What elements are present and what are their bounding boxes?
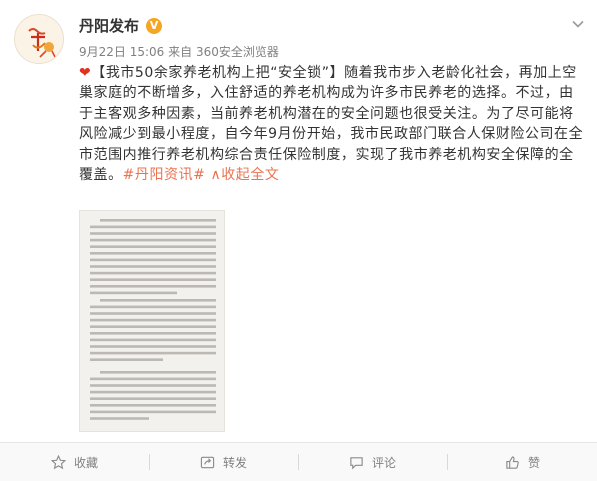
hashtag-link[interactable]: #丹阳资讯#	[123, 167, 206, 183]
scan-text-line	[90, 238, 216, 242]
scan-text-line	[90, 332, 216, 335]
scan-text-line	[90, 245, 216, 248]
post-text: ❤【我市50余家养老机构上把“安全锁”】随着我市步入老龄化社会，再加上空巢家庭的…	[79, 63, 584, 185]
scan-text-line	[90, 417, 149, 420]
scan-text-line	[90, 338, 216, 342]
source-prefix: 来自	[168, 45, 193, 59]
scan-text-line	[90, 258, 216, 262]
scan-text-line	[90, 285, 216, 288]
scan-text-line	[90, 225, 216, 229]
scan-text-line	[90, 312, 216, 315]
post-title: 【我市50余家养老机构上把“安全锁”】	[91, 65, 345, 81]
action-bar: 收藏 转发 评论 赞	[0, 442, 597, 481]
thumbs-up-icon	[506, 455, 519, 469]
scan-text-line	[90, 252, 216, 255]
scan-text-line	[90, 377, 216, 381]
scan-text-line	[90, 232, 216, 235]
scan-text-line	[90, 397, 216, 400]
avatar[interactable]	[14, 14, 64, 64]
favorite-label: 收藏	[73, 455, 98, 470]
weibo-card: 丹阳发布 V 9月22日 15:06 来自 360安全浏览器 ❤【我市50余家养…	[0, 0, 597, 481]
repost-icon	[200, 456, 215, 468]
scan-text-line	[90, 278, 216, 281]
scan-text-line	[90, 404, 216, 407]
scan-text-line	[100, 299, 216, 302]
repost-label: 转发	[222, 455, 247, 470]
post-time[interactable]: 9月22日 15:06	[79, 45, 164, 59]
star-icon	[50, 454, 66, 469]
collapse-link[interactable]: 收起全文	[221, 167, 279, 183]
heart-icon: ❤	[79, 65, 92, 81]
scan-text-line	[100, 371, 216, 374]
post-image[interactable]	[79, 210, 225, 432]
scan-text-line	[90, 358, 163, 361]
favorite-button[interactable]: 收藏	[0, 443, 149, 481]
comment-icon	[350, 456, 363, 469]
scan-text-line	[90, 384, 216, 387]
post-body: 随着我市步入老龄化社会，再加上空巢家庭的不断增多，入住舒适的养老机构成为许多市民…	[79, 65, 584, 184]
like-label: 赞	[527, 455, 540, 470]
post-source[interactable]: 360安全浏览器	[196, 45, 279, 59]
comment-button[interactable]: 评论	[298, 443, 447, 481]
collapse-arrow-icon[interactable]: ∧	[210, 167, 221, 183]
comment-label: 评论	[371, 455, 396, 470]
scan-text-line	[90, 345, 216, 348]
like-button[interactable]: 赞	[448, 443, 597, 481]
scan-text-line	[90, 410, 216, 414]
scan-text-line	[90, 271, 216, 275]
repost-button[interactable]: 转发	[149, 443, 298, 481]
avatar-logo-icon	[15, 15, 63, 63]
chevron-down-icon[interactable]	[572, 18, 584, 30]
user-name[interactable]: 丹阳发布	[79, 16, 139, 36]
verified-icon: V	[146, 18, 162, 34]
scan-text-line	[90, 390, 216, 394]
scan-text-line	[90, 325, 216, 328]
scan-text-line	[90, 265, 216, 268]
newspaper-scan-image	[90, 219, 216, 420]
scan-text-line	[90, 291, 177, 295]
scan-text-line	[100, 219, 216, 222]
post-meta: 9月22日 15:06 来自 360安全浏览器	[79, 44, 279, 60]
scan-text-line	[90, 318, 216, 322]
scan-text-line	[90, 305, 216, 309]
scan-text-line	[90, 351, 216, 355]
